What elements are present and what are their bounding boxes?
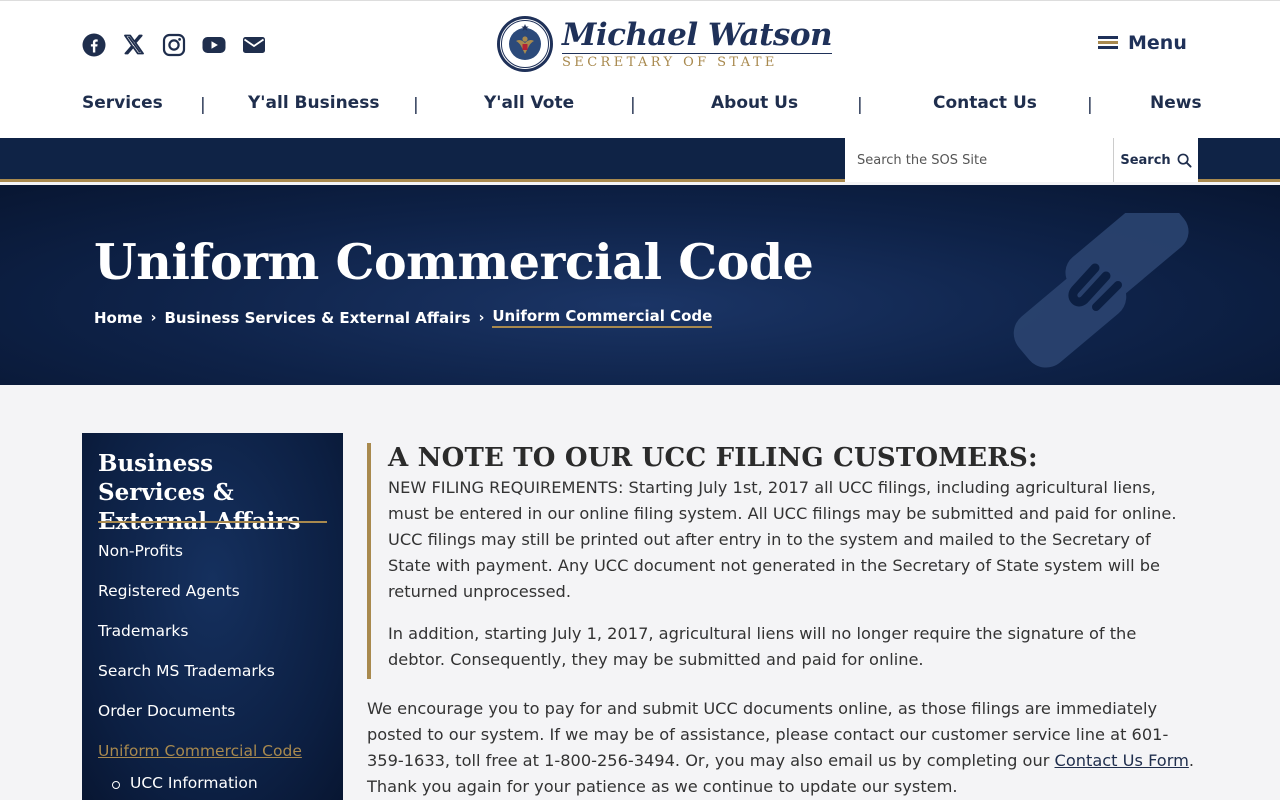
hamburger-icon bbox=[1098, 36, 1118, 50]
youtube-icon[interactable] bbox=[202, 33, 226, 57]
main-nav: Services | Y'all Business | Y'all Vote |… bbox=[82, 93, 1202, 119]
page-title: Uniform Commercial Code bbox=[94, 233, 814, 291]
nav-separator: | bbox=[630, 95, 636, 115]
nav-separator: | bbox=[1087, 95, 1093, 115]
breadcrumb-home[interactable]: Home bbox=[94, 309, 143, 327]
search-icon bbox=[1177, 153, 1192, 168]
state-seal-icon bbox=[497, 16, 553, 72]
search-bar: Search bbox=[0, 138, 1280, 182]
facebook-icon[interactable] bbox=[82, 33, 106, 57]
sidebar-subitem-ucc-information[interactable]: UCC Information bbox=[112, 774, 258, 792]
ucc-note-callout: A NOTE TO OUR UCC FILING CUSTOMERS: NEW … bbox=[367, 443, 1197, 679]
nav-item-yall-business[interactable]: Y'all Business bbox=[248, 93, 379, 113]
note-paragraph-requirements: NEW FILING REQUIREMENTS: Starting July 1… bbox=[388, 478, 1177, 601]
page-hero: Uniform Commercial Code Home › Business … bbox=[0, 185, 1280, 385]
sidebar-item-uniform-commercial-code[interactable]: Uniform Commercial Code bbox=[98, 742, 302, 760]
logo-subtitle: SECRETARY OF STATE bbox=[562, 54, 778, 70]
sidebar-item-registered-agents[interactable]: Registered Agents bbox=[98, 582, 240, 600]
site-logo[interactable]: Michael Watson SECRETARY OF STATE bbox=[496, 15, 833, 73]
sidebar-item-non-profits[interactable]: Non-Profits bbox=[98, 542, 183, 560]
site-header: Michael Watson SECRETARY OF STATE Menu S… bbox=[0, 0, 1280, 138]
nav-item-news[interactable]: News bbox=[1150, 93, 1202, 113]
instagram-icon[interactable] bbox=[162, 33, 186, 57]
email-icon[interactable] bbox=[242, 33, 266, 57]
contact-us-form-link[interactable]: Contact Us Form bbox=[1055, 751, 1189, 770]
nav-item-about-us[interactable]: About Us bbox=[711, 93, 798, 113]
nav-separator: | bbox=[413, 95, 419, 115]
note-heading: A NOTE TO OUR UCC FILING CUSTOMERS: bbox=[388, 443, 1038, 473]
sidebar-divider bbox=[98, 521, 327, 523]
contact-paragraph-text: We encourage you to pay for and submit U… bbox=[367, 699, 1169, 770]
x-twitter-icon[interactable] bbox=[122, 33, 146, 57]
search-button-label: Search bbox=[1120, 152, 1171, 168]
breadcrumb-current[interactable]: Uniform Commercial Code bbox=[492, 307, 713, 328]
breadcrumb-business-services[interactable]: Business Services & External Affairs bbox=[164, 309, 470, 327]
sidebar-item-trademarks[interactable]: Trademarks bbox=[98, 622, 188, 640]
contact-paragraph: We encourage you to pay for and submit U… bbox=[367, 696, 1199, 800]
breadcrumb: Home › Business Services & External Affa… bbox=[94, 307, 713, 328]
nav-separator: | bbox=[200, 95, 206, 115]
sidebar-item-search-ms-trademarks[interactable]: Search MS Trademarks bbox=[98, 662, 275, 680]
nav-item-services[interactable]: Services bbox=[82, 93, 163, 113]
logo-name: Michael Watson bbox=[562, 16, 833, 54]
breadcrumb-arrow-icon: › bbox=[150, 309, 157, 326]
nav-item-contact-us[interactable]: Contact Us bbox=[933, 93, 1037, 113]
nav-separator: | bbox=[857, 95, 863, 115]
breadcrumb-arrow-icon: › bbox=[478, 309, 485, 326]
sidebar-item-order-documents[interactable]: Order Documents bbox=[98, 702, 235, 720]
nav-item-yall-vote[interactable]: Y'all Vote bbox=[484, 93, 574, 113]
note-paragraph-agricultural-liens: In addition, starting July 1, 2017, agri… bbox=[388, 624, 1137, 669]
search-button[interactable]: Search bbox=[1113, 138, 1198, 182]
sidebar: Business Services & External Affairs Non… bbox=[82, 433, 343, 800]
social-links bbox=[82, 33, 266, 57]
menu-label: Menu bbox=[1128, 32, 1187, 54]
handshake-icon bbox=[1013, 213, 1189, 368]
search-input[interactable] bbox=[845, 138, 1113, 182]
menu-button[interactable]: Menu bbox=[1098, 32, 1187, 54]
